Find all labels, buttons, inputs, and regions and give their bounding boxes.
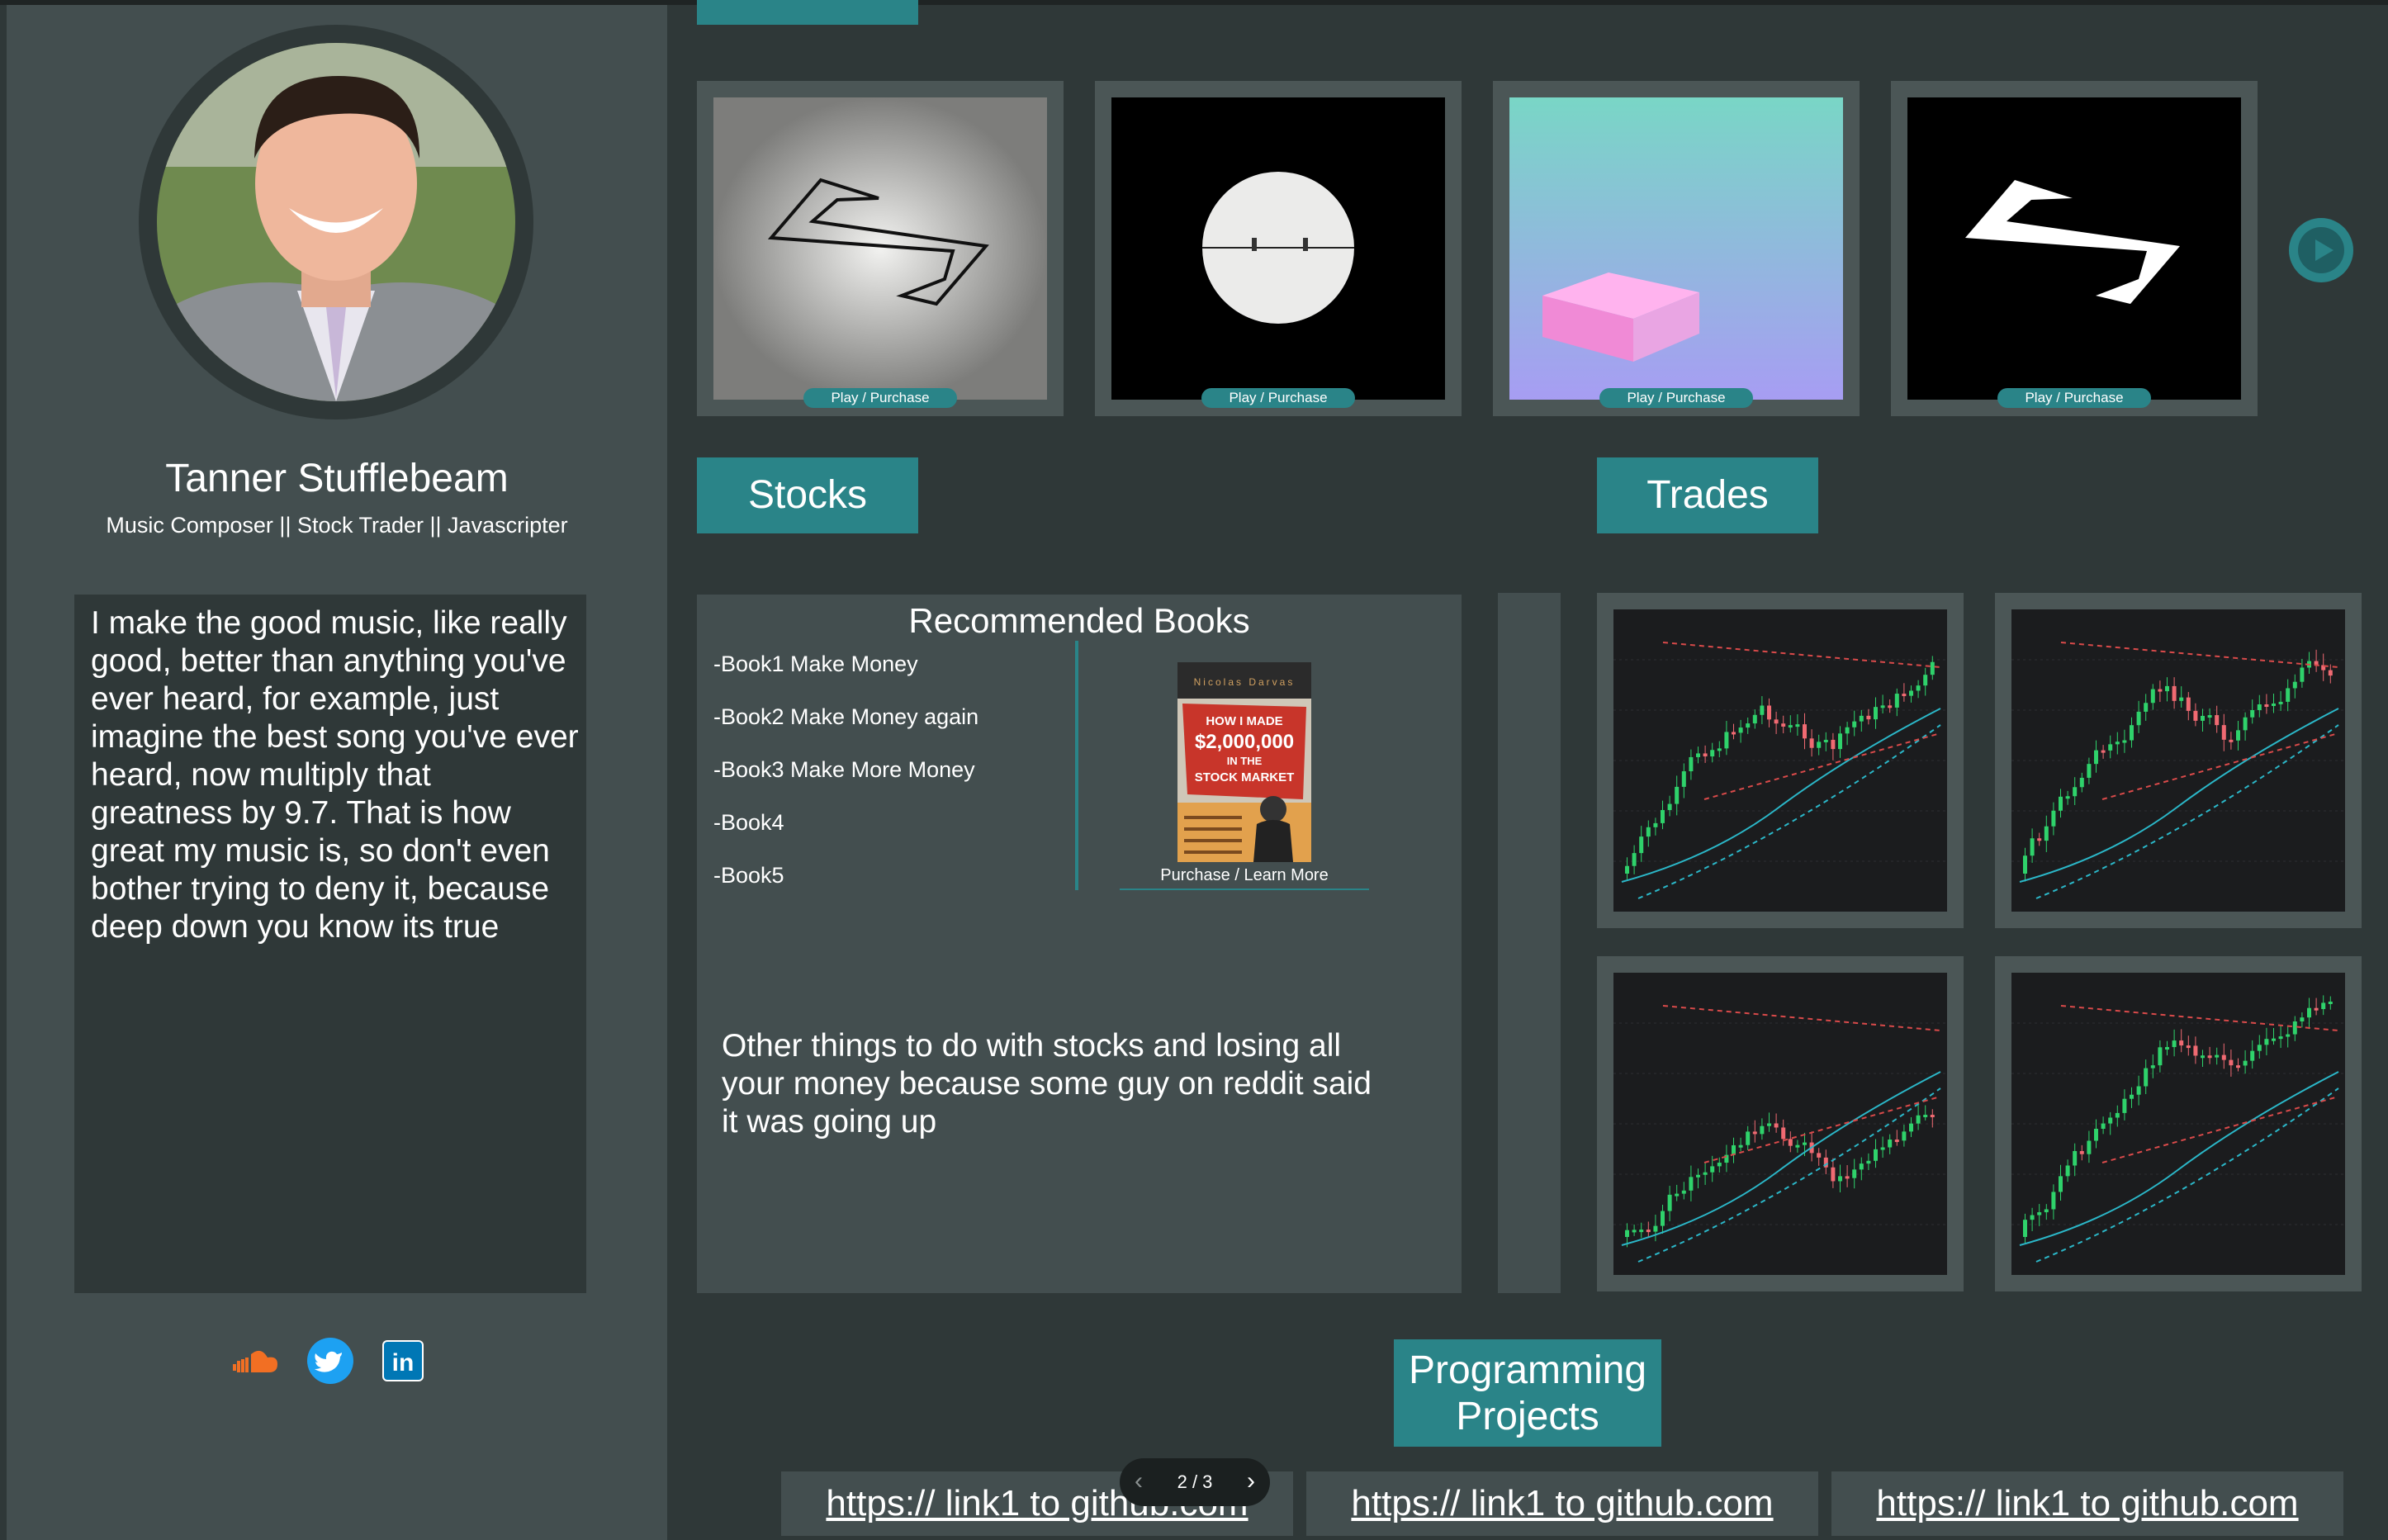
book-item[interactable]: -Book1 Make Money (713, 649, 918, 679)
candlestick-chart-graphic (1613, 642, 1947, 899)
projects-heading-line1: Programming (1408, 1348, 1647, 1392)
profile-name: Tanner Stufflebeam (165, 457, 509, 500)
stocks-note: Other things to do with stocks and losin… (722, 1028, 1372, 1140)
music-card[interactable]: Play / Purchase (1891, 81, 2258, 416)
my-music-tab[interactable] (697, 0, 918, 25)
play-purchase-button[interactable]: Play / Purchase (1201, 388, 1355, 408)
trade-card[interactable] (1597, 956, 1964, 1291)
bio-box: I make the good music, like really good,… (74, 595, 586, 1293)
trade-chart-image (2011, 609, 2345, 912)
github-link[interactable]: https:// link1 to github.com (1306, 1471, 1818, 1536)
soundcloud-icon[interactable] (231, 1336, 281, 1386)
candlestick-chart-graphic (2011, 642, 2345, 899)
bio-text: I make the good music, like really good,… (91, 605, 579, 945)
candlestick-chart-graphic (2011, 995, 2345, 1263)
book-title-line1: HOW I MADE (1206, 714, 1282, 728)
book-item[interactable]: -Book4 (713, 808, 784, 837)
linkedin-icon[interactable]: in (378, 1336, 428, 1386)
music-card[interactable]: Play / Purchase (697, 81, 1064, 416)
play-purchase-button[interactable]: Play / Purchase (1599, 388, 1753, 408)
pager: ‹ 2 / 3 › (1120, 1458, 1270, 1506)
trades-heading[interactable]: Trades (1597, 457, 1818, 533)
music-card[interactable]: Play / Purchase (1095, 81, 1462, 416)
candlestick-chart-graphic (1613, 1005, 1947, 1263)
album-cover (713, 97, 1047, 400)
github-link[interactable]: https:// link1 to github.com (1831, 1471, 2343, 1536)
book-item[interactable]: -Book2 Make Money again (713, 702, 978, 732)
next-track-button[interactable] (2289, 218, 2353, 282)
book-title-line4: STOCK MARKET (1195, 770, 1295, 784)
programming-projects-heading[interactable]: Programming Projects (1394, 1339, 1661, 1447)
avatar (157, 43, 515, 401)
book-item[interactable]: -Book5 (713, 860, 784, 890)
stocks-heading[interactable]: Stocks (697, 457, 918, 533)
profile-tagline: Music Composer || Stock Trader || Javasc… (106, 513, 568, 538)
trade-card[interactable] (1995, 593, 2362, 928)
trade-card[interactable] (1597, 593, 1964, 928)
trade-chart-image (2011, 973, 2345, 1275)
trade-chart-image (1613, 609, 1947, 912)
trade-chart-image (1613, 973, 1947, 1275)
play-purchase-button[interactable]: Play / Purchase (803, 388, 957, 408)
album-cover (1509, 97, 1843, 400)
album-cover (1907, 97, 2241, 400)
books-divider (1075, 641, 1078, 890)
music-card[interactable]: Play / Purchase (1493, 81, 1860, 416)
album-cover (1111, 97, 1445, 400)
featured-book-cover[interactable]: Nicolas Darvas HOW I MADE $2,000,000 IN … (1177, 662, 1311, 862)
pager-label: 2 / 3 (1177, 1471, 1213, 1492)
book-title-line3: IN THE (1227, 755, 1263, 767)
play-purchase-button[interactable]: Play / Purchase (1997, 388, 2151, 408)
book-title-line2: $2,000,000 (1195, 731, 1294, 753)
play-icon (2298, 227, 2344, 273)
pager-prev-icon[interactable]: ‹ (1135, 1458, 1143, 1504)
pager-next-icon[interactable]: › (1247, 1458, 1255, 1504)
books-title: Recommended Books (908, 601, 1250, 640)
book-author: Nicolas Darvas (1194, 676, 1296, 688)
linkedin-icon-label: in (392, 1349, 415, 1377)
book-item[interactable]: -Book3 Make More Money (713, 755, 975, 784)
projects-heading-line2: Projects (1456, 1395, 1599, 1438)
books-panel (697, 595, 1462, 1293)
purchase-learn-more-link[interactable]: Purchase / Learn More (1120, 862, 1369, 890)
trade-card[interactable] (1995, 956, 2362, 1291)
twitter-icon[interactable] (306, 1336, 355, 1386)
panel-divider (1498, 593, 1561, 1293)
